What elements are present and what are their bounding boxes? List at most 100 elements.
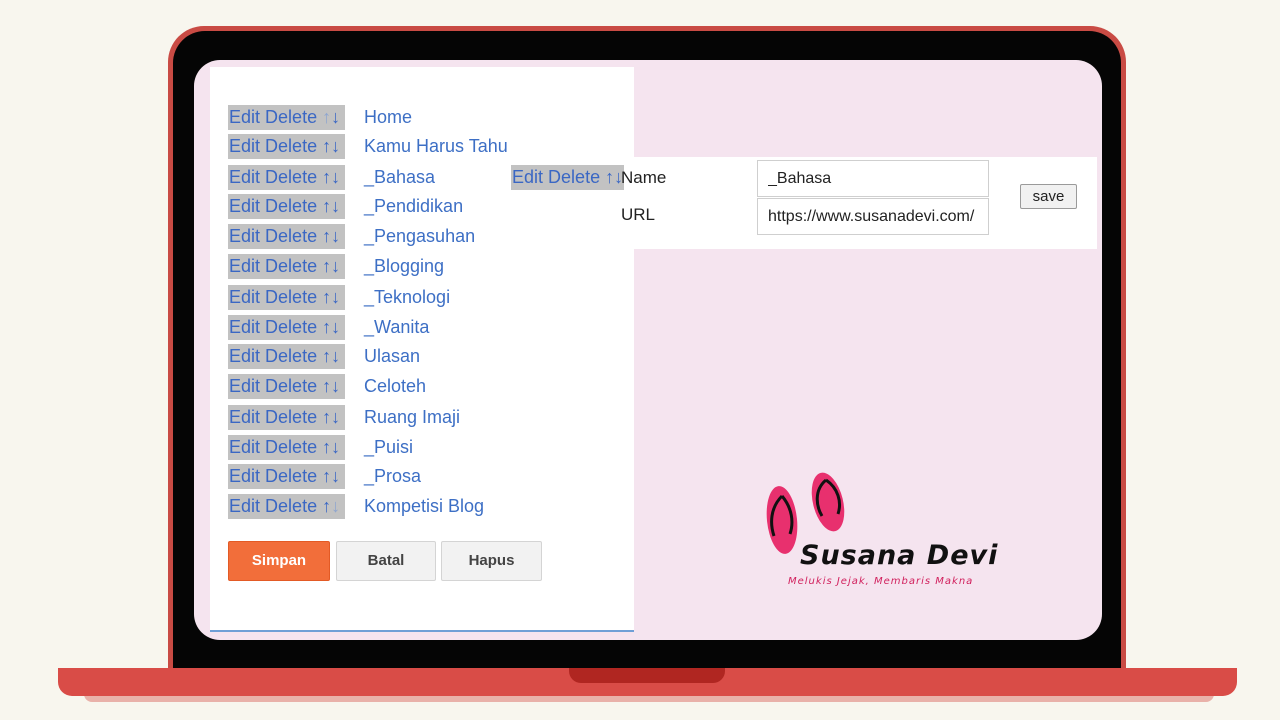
name-input[interactable] — [757, 160, 989, 197]
link-controls: Edit Delete ↑↓ — [228, 284, 345, 310]
delete-link[interactable]: Delete — [265, 287, 317, 307]
laptop-notch — [569, 668, 725, 683]
move-up-icon[interactable]: ↑ — [322, 437, 331, 457]
delete-link[interactable]: Delete — [548, 167, 600, 187]
delete-link[interactable]: Delete — [265, 136, 317, 156]
link-controls: Edit Delete ↑↓ — [228, 434, 345, 460]
move-down-icon[interactable]: ↓ — [331, 407, 340, 427]
link-row: Edit Delete ↑↓ Kompetisi Blog — [228, 493, 484, 519]
name-label: Name — [621, 168, 667, 187]
delete-link[interactable]: Delete — [265, 466, 317, 486]
move-up-icon[interactable]: ↑ — [322, 376, 331, 396]
brand-logo: Susana Devi Melukis Jejak, Membaris Makn… — [760, 470, 997, 590]
move-up-icon[interactable]: ↑ — [322, 167, 331, 187]
move-up-icon[interactable]: ↑ — [322, 196, 331, 216]
link-name: _Blogging — [364, 255, 445, 276]
link-name: _Bahasa — [364, 166, 436, 187]
move-up-icon[interactable]: ↑ — [322, 136, 331, 156]
move-down-icon[interactable]: ↓ — [331, 226, 340, 246]
link-controls: Edit Delete ↑↓ — [228, 164, 345, 190]
link-controls: Edit Delete ↑↓ — [228, 343, 345, 369]
delete-link[interactable]: Delete — [265, 376, 317, 396]
move-up-icon[interactable]: ↑ — [322, 287, 331, 307]
delete-link[interactable]: Delete — [265, 107, 317, 127]
move-down-icon[interactable]: ↓ — [331, 496, 340, 516]
delete-link[interactable]: Delete — [265, 167, 317, 187]
url-input[interactable] — [757, 198, 989, 235]
edit-link[interactable]: Edit — [229, 196, 260, 216]
link-row: Edit Delete ↑↓ _Wanita — [228, 314, 429, 340]
edit-link[interactable]: Edit — [512, 167, 543, 187]
move-up-icon[interactable]: ↑ — [322, 346, 331, 366]
link-row: Edit Delete ↑↓ _Bahasa — [228, 164, 435, 190]
edit-link[interactable]: Edit — [229, 256, 260, 276]
link-name: _Wanita — [364, 316, 430, 337]
link-name: _Prosa — [364, 465, 422, 486]
brand-tagline: Melukis Jejak, Membaris Makna — [788, 576, 974, 587]
edit-link[interactable]: Edit — [229, 287, 260, 307]
delete-link[interactable]: Delete — [265, 196, 317, 216]
link-name: _Pendidikan — [364, 195, 464, 216]
delete-link[interactable]: Delete — [265, 496, 317, 516]
link-name: Ruang Imaji — [364, 406, 461, 427]
move-down-icon[interactable]: ↓ — [331, 256, 340, 276]
link-name: _Teknologi — [364, 286, 451, 307]
move-up-icon[interactable]: ↑ — [605, 167, 614, 187]
edit-link[interactable]: Edit — [229, 346, 260, 366]
delete-link[interactable]: Delete — [265, 317, 317, 337]
edit-link[interactable]: Edit — [229, 167, 260, 187]
move-down-icon[interactable]: ↓ — [331, 107, 340, 127]
move-up-icon[interactable]: ↑ — [322, 407, 331, 427]
link-controls: Edit Delete ↑↓ — [228, 493, 345, 519]
link-list-editor: Edit Delete ↑↓ Home Edit Delete ↑↓ Kamu … — [210, 67, 634, 632]
delete-link[interactable]: Delete — [265, 346, 317, 366]
move-down-icon[interactable]: ↓ — [331, 287, 340, 307]
url-label: URL — [621, 205, 656, 224]
move-up-icon[interactable]: ↑ — [322, 256, 331, 276]
move-down-icon[interactable]: ↓ — [331, 196, 340, 216]
link-controls: Edit Delete ↑↓ — [228, 404, 345, 430]
link-controls: Edit Delete ↑↓ — [228, 104, 345, 130]
move-down-icon[interactable]: ↓ — [331, 376, 340, 396]
link-row: Edit Delete ↑↓ _Teknologi — [228, 284, 450, 310]
move-up-icon[interactable]: ↑ — [322, 226, 331, 246]
delete-link[interactable]: Delete — [265, 256, 317, 276]
move-down-icon[interactable]: ↓ — [331, 167, 340, 187]
laptop-screen: Edit Delete ↑↓ Home Edit Delete ↑↓ Kamu … — [194, 60, 1102, 640]
move-down-icon[interactable]: ↓ — [331, 346, 340, 366]
move-down-icon[interactable]: ↓ — [331, 466, 340, 486]
link-name: _Pengasuhan — [364, 225, 476, 246]
link-row: Edit Delete ↑↓ Celoteh — [228, 373, 426, 399]
edit-link[interactable]: Edit — [229, 496, 260, 516]
edit-link[interactable]: Edit — [229, 437, 260, 457]
edit-link[interactable]: Edit — [229, 226, 260, 246]
link-row: Edit Delete ↑↓ _Prosa — [228, 463, 421, 489]
edit-link[interactable]: Edit — [229, 317, 260, 337]
cancel-button[interactable]: Batal — [336, 541, 436, 581]
move-up-icon[interactable]: ↑ — [322, 317, 331, 337]
delete-button[interactable]: Hapus — [441, 541, 542, 581]
edit-link[interactable]: Edit — [229, 407, 260, 427]
move-down-icon[interactable]: ↓ — [331, 136, 340, 156]
active-link-controls: Edit Delete ↑↓ — [511, 165, 625, 190]
link-row: Edit Delete ↑↓ _Pendidikan — [228, 193, 463, 219]
link-row: Edit Delete ↑↓ _Pengasuhan — [228, 223, 475, 249]
link-row: Edit Delete ↑↓ _Blogging — [228, 253, 444, 279]
delete-link[interactable]: Delete — [265, 437, 317, 457]
edit-link[interactable]: Edit — [229, 136, 260, 156]
link-controls: Edit Delete ↑↓ — [228, 373, 345, 399]
edit-link[interactable]: Edit — [229, 466, 260, 486]
delete-link[interactable]: Delete — [265, 226, 317, 246]
edit-link[interactable]: Edit — [229, 107, 260, 127]
save-button[interactable]: Simpan — [228, 541, 330, 581]
link-controls: Edit Delete ↑↓ — [228, 253, 345, 279]
edit-link[interactable]: Edit — [229, 376, 260, 396]
move-down-icon[interactable]: ↓ — [331, 437, 340, 457]
move-up-icon[interactable]: ↑ — [322, 466, 331, 486]
move-up-icon[interactable]: ↑ — [322, 496, 331, 516]
move-up-icon[interactable]: ↑ — [322, 107, 331, 127]
save-link-button[interactable]: save — [1020, 184, 1077, 209]
move-down-icon[interactable]: ↓ — [331, 317, 340, 337]
delete-link[interactable]: Delete — [265, 407, 317, 427]
link-name: Kompetisi Blog — [364, 495, 485, 516]
